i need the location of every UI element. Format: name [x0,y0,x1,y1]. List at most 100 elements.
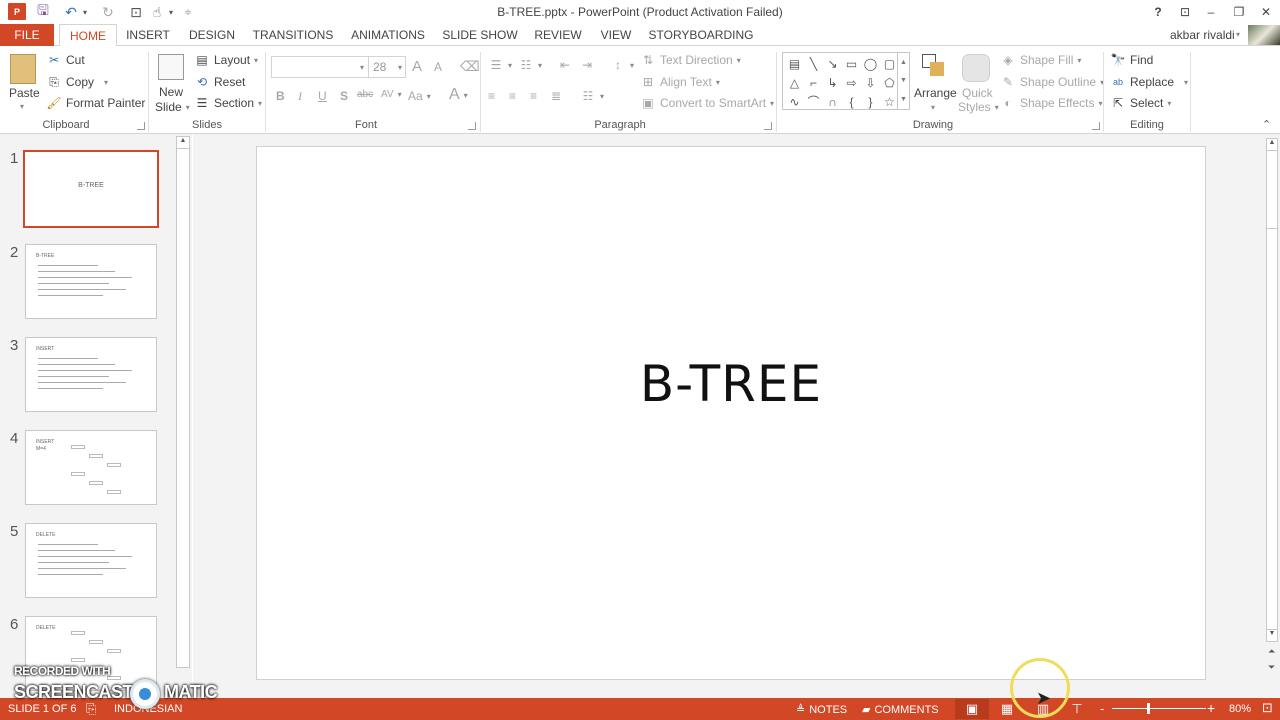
main-vertical-scrollbar[interactable]: ▲ ▼ [1266,138,1278,642]
shape-option-icon[interactable]: ⌐ [804,73,823,92]
quick-styles-label[interactable]: Styles ▾ [958,100,999,114]
shape-option-icon[interactable]: ╲ [804,54,823,73]
shape-option-icon[interactable]: ⌒ [804,92,823,111]
font-name-field[interactable]: ▾ [271,56,369,78]
paste-button[interactable]: Paste [9,86,40,100]
user-avatar[interactable] [1248,25,1280,45]
shape-option-icon[interactable]: ▭ [842,54,861,73]
select-button[interactable]: ⇱ Select ▾ [1110,96,1171,110]
gallery-scroll-down-icon[interactable]: ▼ [900,77,907,84]
scroll-thumb[interactable] [1267,153,1277,229]
paste-icon[interactable] [10,54,36,84]
section-button[interactable]: ☰ Section ▾ [194,96,262,110]
tab-transitions[interactable]: TRANSITIONS [250,24,336,46]
shape-option-icon[interactable]: { [842,92,861,111]
tab-review[interactable]: REVIEW [530,24,586,46]
account-dropdown-icon[interactable]: ▾ [1236,30,1240,39]
shape-outline-button[interactable]: ✎Shape Outline▾ [1000,75,1104,89]
tab-view[interactable]: VIEW [596,24,636,46]
collapse-ribbon-icon[interactable]: ⌃ [1262,118,1271,131]
shapes-gallery[interactable]: ▤ ╲ ↘ ▭ ◯ ▢ △ ⌐ ↳ ⇨ ⇩ ⬠ ∿ ⌒ ∩{} ☆ ▲ ▼ ▼ [782,52,910,110]
ribbon-display-options-button[interactable]: ⊡ [1174,3,1196,21]
shape-fill-button[interactable]: ◈ Shape Fill ▾ [1000,53,1081,67]
layout-button[interactable]: ▤ Layout ▾ [194,53,258,67]
align-right-icon[interactable]: ≡ [530,89,537,103]
columns-button[interactable]: ☷ ▾ [580,89,604,103]
scroll-up-icon[interactable]: ▲ [1267,139,1277,151]
shape-option-icon[interactable]: ∿ [785,92,804,111]
help-button[interactable]: ? [1147,3,1169,21]
copy-button[interactable]: ⎘ Copy ▾ [46,75,108,89]
slide-thumbnail[interactable]: INSERT [25,337,157,412]
zoom-slider[interactable] [1112,708,1206,709]
scroll-down-icon[interactable]: ▼ [1267,629,1277,641]
shape-option-icon[interactable]: ▤ [785,54,804,73]
clipboard-launcher-icon[interactable] [137,122,145,130]
zoom-level[interactable]: 80% [1229,703,1251,715]
restore-button[interactable]: ❐ [1228,3,1250,21]
shape-effects-button[interactable]: ◐ Shape Effects ▾ [1000,96,1102,110]
tab-insert[interactable]: INSERT [122,24,174,46]
font-size-field[interactable]: 28 ▾ [368,56,406,78]
shrink-font-button[interactable]: A [434,60,442,74]
slide-thumbnail[interactable]: B-TREE [23,150,159,228]
tab-file[interactable]: FILE [0,24,54,46]
replace-dropdown-icon[interactable]: ▾ [1184,78,1188,87]
drawing-launcher-icon[interactable] [1092,122,1100,130]
increase-indent-icon[interactable]: ⇥ [582,58,592,72]
user-account[interactable]: akbar rivaldi [1170,28,1235,42]
shape-option-icon[interactable]: ↘ [823,54,842,73]
character-spacing-button[interactable]: AV ▾ [381,89,402,100]
slide-thumbnail[interactable]: B-TREE [25,244,157,319]
font-launcher-icon[interactable] [468,122,476,130]
replace-button[interactable]: ab Replace ▾ [1110,75,1188,89]
previous-slide-icon[interactable]: ⏶ [1268,646,1275,657]
tab-animations[interactable]: ANIMATIONS [346,24,430,46]
slide-canvas[interactable]: B-TREE [256,146,1206,680]
convert-to-smartart-button[interactable]: ▣ Convert to SmartArt ▾ [640,96,774,110]
new-slide-dropdown-icon[interactable]: ▾ [186,103,190,112]
shape-option-icon[interactable]: △ [785,73,804,92]
font-color-button[interactable]: A ▾ [449,86,468,104]
fit-slide-to-window-icon[interactable]: ⊡ [1262,700,1273,716]
arrange-dropdown-icon[interactable]: ▾ [931,103,935,112]
zoom-out-button[interactable]: - [1100,701,1104,716]
paste-dropdown-icon[interactable]: ▾ [20,102,24,111]
text-direction-button[interactable]: ⇅ Text Direction ▾ [640,53,741,67]
decrease-indent-icon[interactable]: ⇤ [560,58,570,72]
tab-design[interactable]: DESIGN [184,24,240,46]
font-name-dropdown-icon[interactable]: ▾ [360,63,364,72]
shape-option-icon[interactable]: ↳ [823,73,842,92]
new-slide-icon[interactable] [158,54,184,80]
tab-home[interactable]: HOME [59,24,117,47]
gallery-scroll-up-icon[interactable]: ▲ [900,59,907,66]
find-button[interactable]: 🔭 Find [1110,53,1154,67]
new-slide-button[interactable]: New [159,85,183,99]
slide-title[interactable]: B-TREE [257,355,1205,413]
slide-thumbnail[interactable]: INSERT M=4 [25,430,157,505]
underline-button[interactable]: U [318,89,327,103]
thumbnail-scrollbar[interactable]: ▲ [176,136,190,668]
line-spacing-button[interactable]: ↕ ▾ [610,58,634,72]
minimize-button[interactable]: – [1200,3,1222,21]
thumbnail-scroll-up-icon[interactable]: ▲ [177,137,189,149]
shape-option-icon[interactable]: ⇨ [842,73,861,92]
normal-view-button[interactable]: ▣ [955,699,989,719]
zoom-in-button[interactable]: + [1207,700,1215,716]
format-painter-button[interactable]: 🖌 Format Painter [46,96,145,110]
notes-button[interactable]: ≜ NOTES [796,703,847,717]
grow-font-button[interactable]: A [412,58,422,75]
new-slide-label[interactable]: Slide ▾ [155,100,190,114]
clear-formatting-icon[interactable]: ⌫ [460,58,480,75]
align-center-icon[interactable]: ≡ [509,89,516,103]
justify-icon[interactable]: ≣ [551,89,561,103]
comments-button[interactable]: ▰ COMMENTS [862,703,939,717]
numbering-button[interactable]: ☷ ▾ [518,58,542,72]
shape-option-icon[interactable]: } [861,92,880,111]
tab-slide-show[interactable]: SLIDE SHOW [440,24,520,46]
tab-storyboarding[interactable]: STORYBOARDING [646,24,756,46]
italic-button[interactable]: I [298,89,302,104]
strikethrough-button[interactable]: abc [357,89,373,100]
text-shadow-button[interactable]: S [340,89,348,103]
shape-option-icon[interactable]: ◯ [861,54,880,73]
